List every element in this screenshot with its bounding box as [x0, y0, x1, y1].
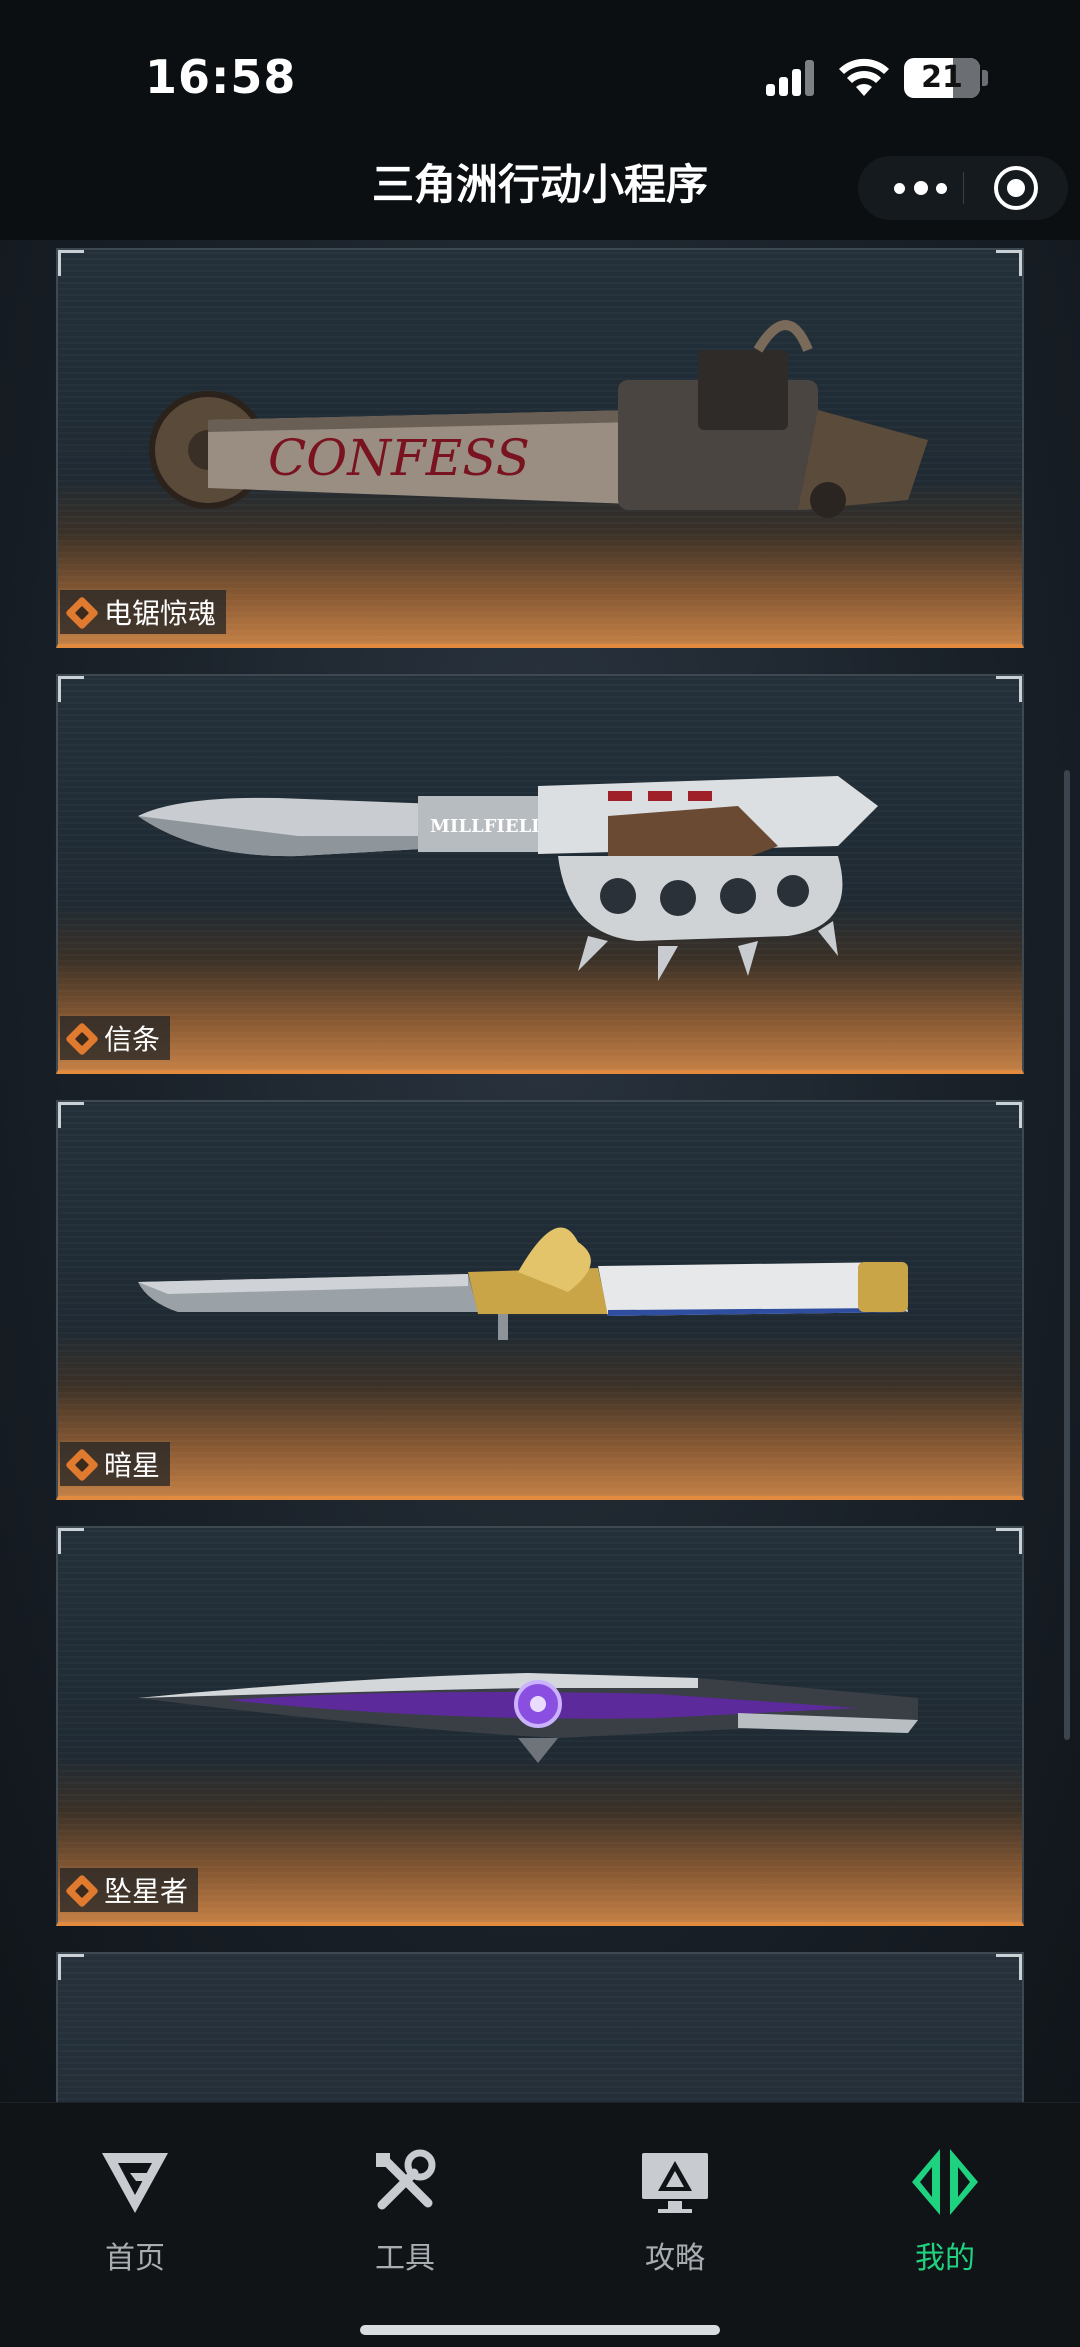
chainsaw-weapon-image: CONFESS [149, 320, 928, 518]
skin-name: 坠星者 [104, 1875, 189, 1908]
rarity-diamond-icon [65, 1022, 99, 1056]
battery-cap [982, 70, 988, 86]
svg-text:CONFESS: CONFESS [268, 429, 530, 487]
skin-card[interactable]: 暗星 [56, 1100, 1024, 1500]
skin-name: 电锯惊魂 [104, 597, 217, 630]
tab-label: 工具 [375, 2241, 435, 2276]
scrollbar[interactable] [1064, 770, 1070, 1740]
skin-name-tag: 暗星 [60, 1442, 171, 1486]
wifi-icon [839, 58, 889, 96]
skin-name-tag: 电锯惊魂 [60, 590, 227, 634]
battery-icon: 21 [904, 58, 980, 98]
capsule-menu [858, 156, 1068, 220]
skin-card[interactable] [56, 1952, 1024, 2102]
tab-label: 首页 [105, 2241, 165, 2276]
profile-logo-icon [912, 2149, 978, 2215]
capsule-divider [963, 172, 964, 204]
battery-level: 21 [921, 60, 963, 95]
frame-corner [58, 1102, 84, 1128]
skin-card[interactable]: MILLFIELD 信条 [56, 674, 1024, 1074]
home-indicator[interactable] [360, 2325, 720, 2335]
frame-corner [58, 1954, 84, 1980]
frame-corner [996, 250, 1022, 276]
skin-name: 暗星 [104, 1449, 161, 1482]
tab-guide[interactable]: 攻略 [540, 2103, 810, 2347]
tab-tools[interactable]: 工具 [270, 2103, 540, 2347]
ornate-knife-weapon-image [138, 1227, 908, 1340]
skin-card[interactable]: 坠星者 [56, 1526, 1024, 1926]
status-bar: 16:58 21 [0, 0, 1080, 140]
tab-profile[interactable]: 我的 [810, 2103, 1080, 2347]
mini-program-header: 三角洲行动小程序 [0, 140, 1080, 240]
frame-corner [58, 1528, 84, 1554]
cellular-signal-icon [766, 60, 820, 96]
frame-corner [996, 1954, 1022, 1980]
purple-blade-weapon-image [138, 1673, 918, 1763]
frame-corner [996, 1528, 1022, 1554]
guide-monitor-icon [642, 2153, 708, 2213]
rarity-diamond-icon [65, 1874, 99, 1908]
skin-name-tag: 坠星者 [60, 1868, 199, 1912]
skin-name-tag: 信条 [60, 1016, 171, 1060]
bottom-tab-bar: 首页 工具 攻略 我的 [0, 2102, 1080, 2347]
frame-corner [996, 676, 1022, 702]
close-mini-program-icon[interactable] [994, 166, 1038, 210]
skin-list[interactable]: CONFESS 电锯惊魂 MILLFIELD 信条 暗星 坠星者 [0, 240, 1080, 2102]
status-time: 16:58 [145, 50, 297, 104]
frame-corner [996, 1102, 1022, 1128]
home-logo-icon [102, 2153, 168, 2213]
frame-corner [58, 250, 84, 276]
skin-name: 信条 [104, 1023, 161, 1056]
rarity-diamond-icon [65, 1448, 99, 1482]
knuckle-knife-weapon-image: MILLFIELD [138, 776, 878, 981]
skin-card[interactable]: CONFESS 电锯惊魂 [56, 248, 1024, 648]
frame-corner [58, 676, 84, 702]
tools-icon [376, 2149, 436, 2210]
tab-label: 攻略 [645, 2241, 705, 2276]
tab-home[interactable]: 首页 [0, 2103, 270, 2347]
more-options-icon[interactable] [880, 156, 960, 220]
svg-text:MILLFIELD: MILLFIELD [430, 816, 547, 837]
tab-label: 我的 [915, 2241, 975, 2276]
rarity-diamond-icon [65, 596, 99, 630]
